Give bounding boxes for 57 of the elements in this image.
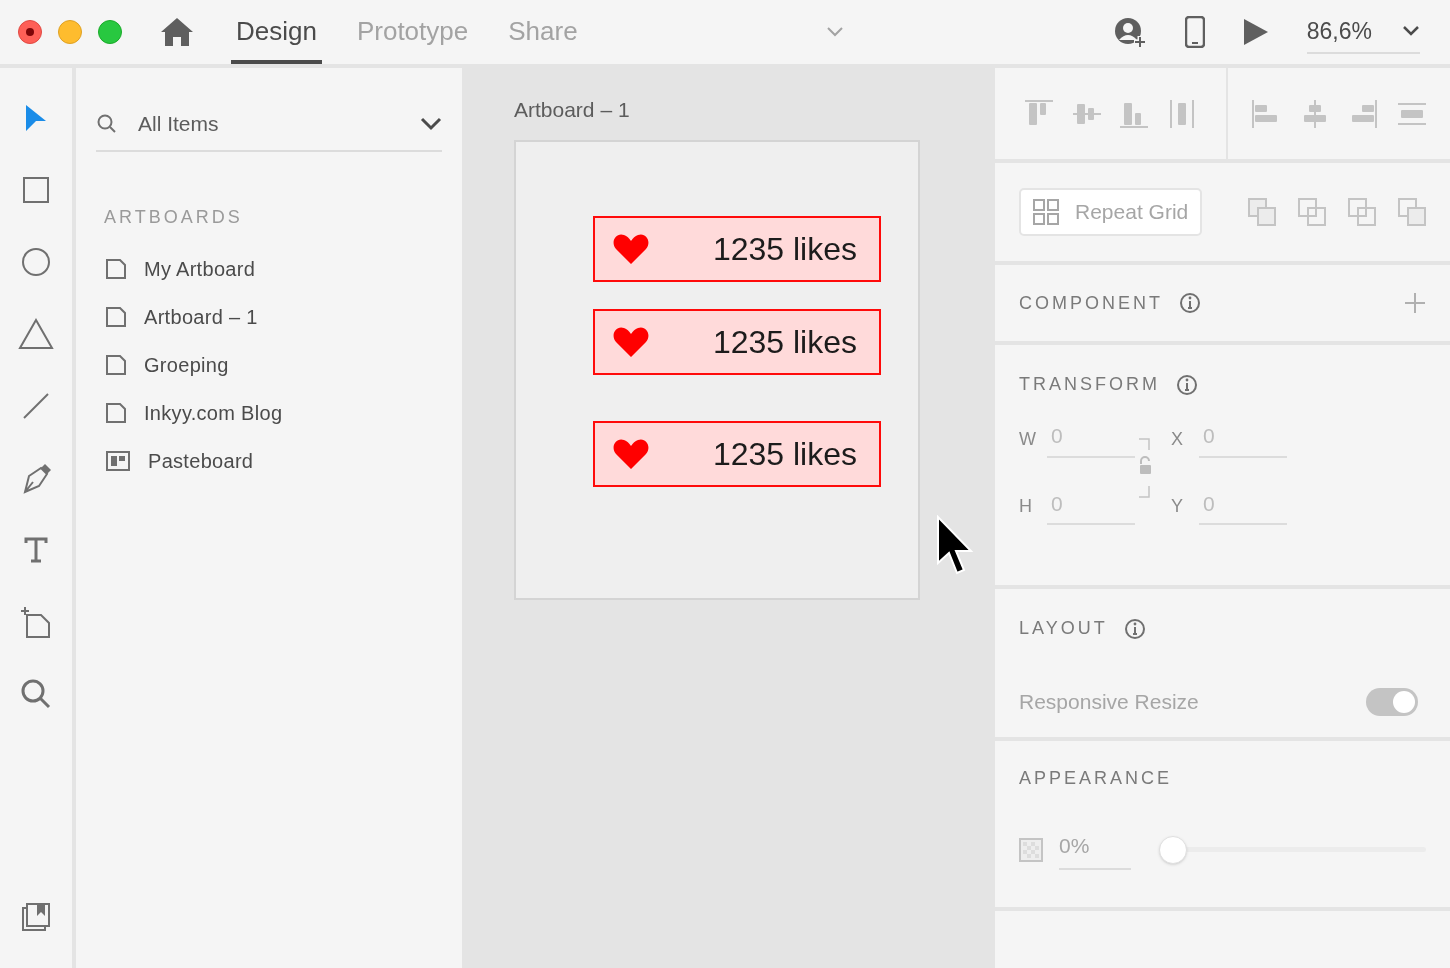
field-label: W	[1019, 427, 1037, 450]
pasteboard-icon	[106, 450, 130, 471]
opacity-slider[interactable]	[1159, 835, 1426, 864]
checkerboard-icon	[1019, 837, 1043, 862]
artboard-title: Artboard – 1	[514, 97, 630, 123]
rectangle-icon[interactable]	[22, 176, 50, 204]
chevron-down-icon	[420, 116, 442, 131]
zoom-dropdown[interactable]: 86,6%	[1306, 9, 1420, 55]
likes-card: 1235 likes	[593, 308, 881, 375]
page-icon	[106, 402, 126, 423]
responsive-resize-label: Responsive Resize	[1019, 689, 1199, 715]
toggle-switch[interactable]	[1366, 687, 1418, 716]
page-icon	[106, 354, 126, 375]
field-label: H	[1019, 495, 1033, 517]
chevron-down-icon	[1402, 25, 1420, 37]
cursor-icon	[936, 515, 974, 577]
info-icon[interactable]	[1176, 373, 1198, 396]
libraries-icon[interactable]	[21, 902, 51, 932]
section-heading: APPEARANCE	[1019, 767, 1173, 790]
grid-icon	[1033, 199, 1059, 225]
page-icon	[106, 258, 126, 279]
likes-card: 1235 likes	[593, 420, 881, 487]
layer-item[interactable]: Pasteboard	[96, 436, 442, 485]
circle-icon[interactable]	[21, 247, 51, 277]
mobile-device-icon[interactable]	[1184, 16, 1205, 48]
pointer-icon[interactable]	[24, 103, 48, 133]
line-icon[interactable]	[22, 392, 50, 420]
layer-item[interactable]: Groeping	[96, 340, 442, 389]
home-icon[interactable]	[160, 17, 194, 47]
layer-item[interactable]: Inkyy.com Blog	[96, 388, 442, 437]
search-field[interactable]: All Items	[96, 104, 442, 152]
tab[interactable]: Design	[231, 0, 322, 64]
heart-icon	[613, 232, 649, 265]
section-heading: TRANSFORM	[1019, 373, 1160, 396]
layer-item[interactable]: My Artboard	[96, 244, 442, 293]
chevron-down-icon[interactable]	[825, 26, 844, 38]
field-label: Y	[1171, 495, 1184, 517]
page-icon	[106, 306, 126, 327]
maximize-window-icon[interactable]	[98, 20, 122, 44]
search-icon	[96, 112, 118, 135]
section-heading: LAYOUT	[1019, 617, 1108, 640]
heart-icon	[613, 325, 649, 358]
text-icon[interactable]	[24, 537, 48, 563]
layer-item[interactable]: Artboard – 1	[96, 292, 442, 341]
pen-icon[interactable]	[21, 462, 51, 494]
triangle-icon[interactable]	[18, 318, 54, 350]
user-add-icon[interactable]	[1112, 16, 1147, 48]
play-icon[interactable]	[1242, 18, 1269, 46]
heart-icon	[613, 437, 649, 470]
search-icon[interactable]	[21, 679, 51, 709]
section-heading: ARTBOARDS	[104, 205, 244, 229]
info-icon[interactable]	[1179, 292, 1201, 314]
likes-card: 1235 likes	[593, 215, 881, 282]
info-icon[interactable]	[1123, 617, 1146, 640]
section-heading: COMPONENT	[1019, 291, 1163, 315]
field-label: X	[1171, 427, 1184, 450]
close-window-icon[interactable]	[18, 20, 42, 44]
